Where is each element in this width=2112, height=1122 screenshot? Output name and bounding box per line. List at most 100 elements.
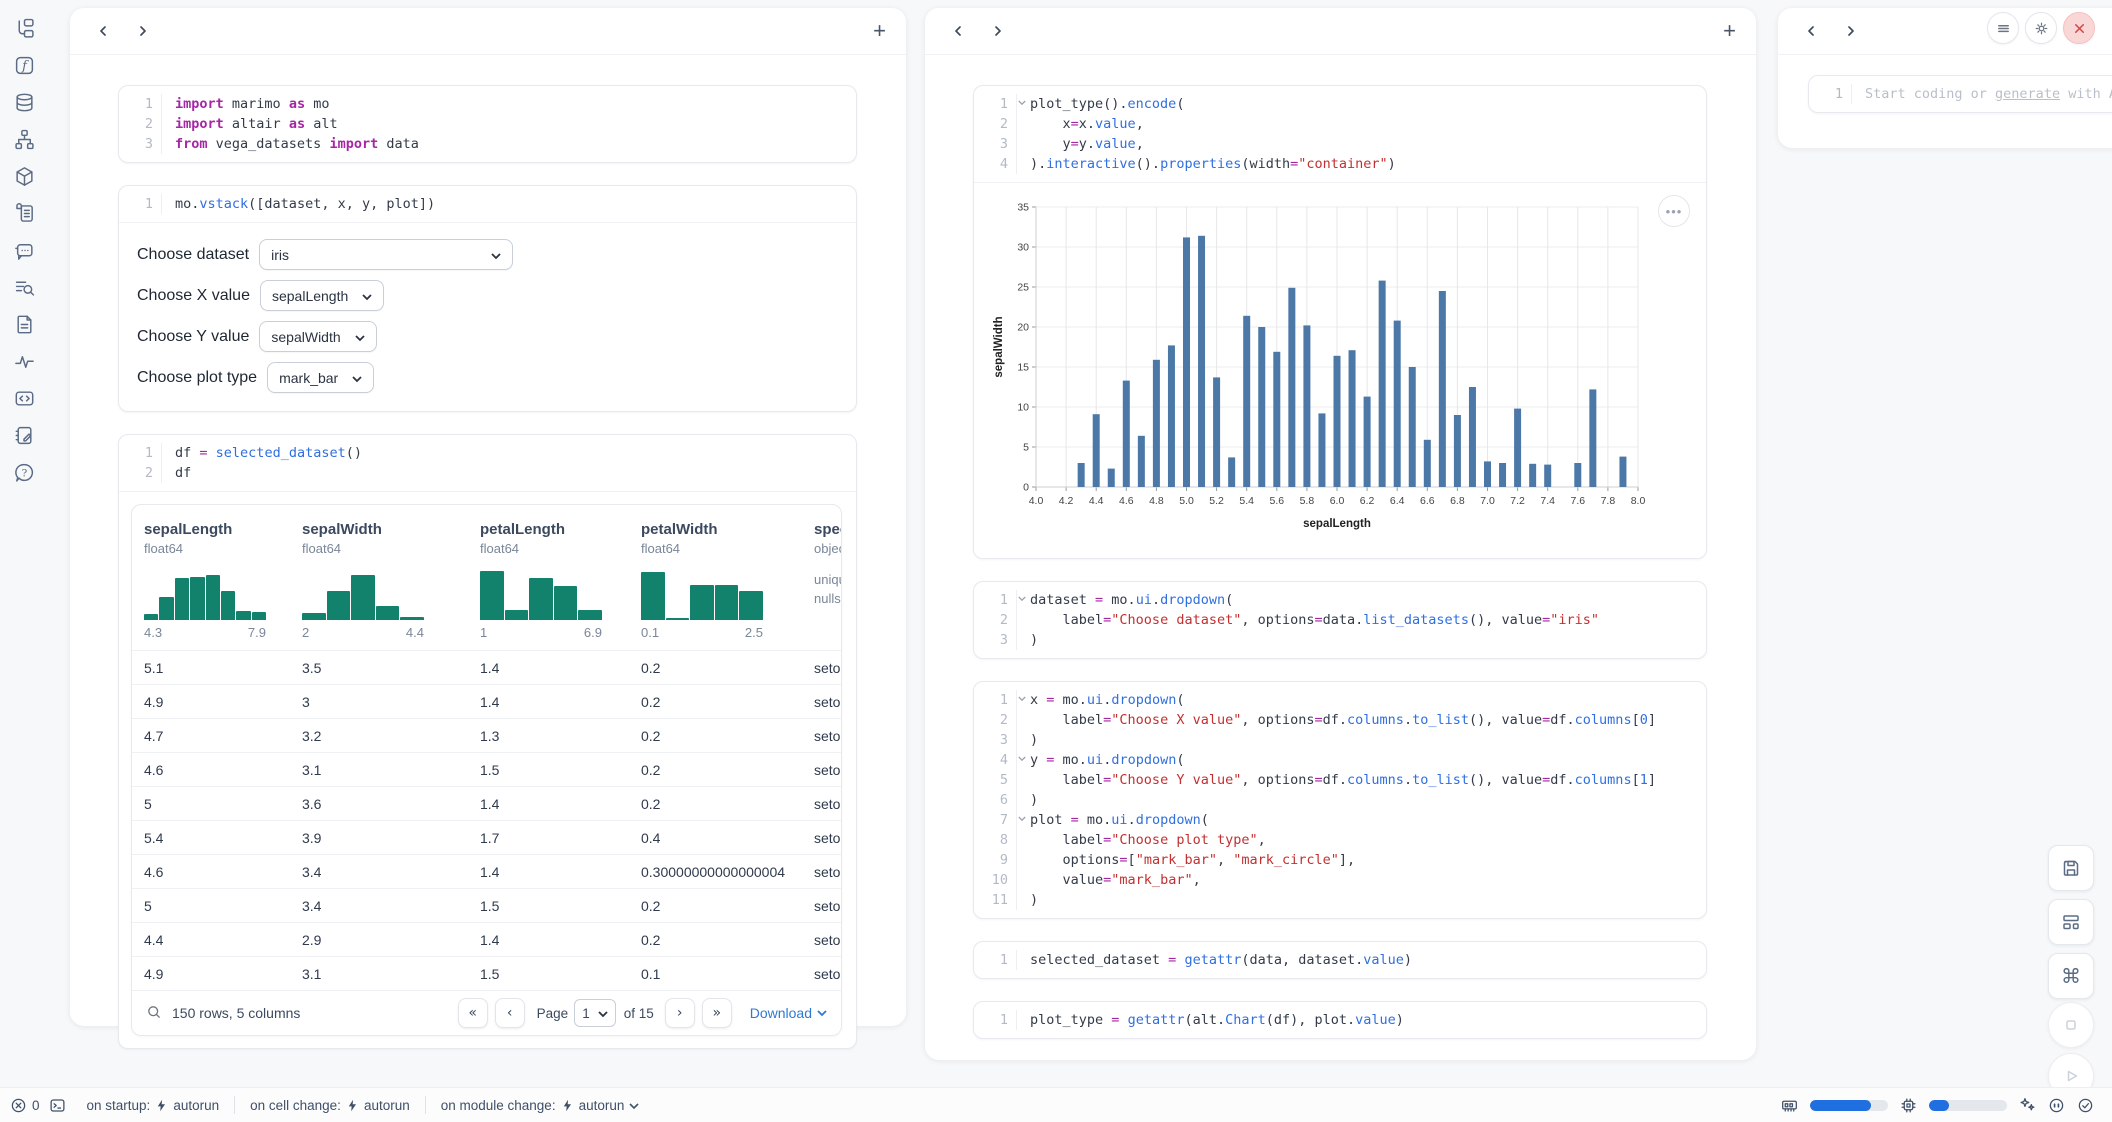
connection-status-icon[interactable] (2077, 1097, 2094, 1114)
chevron-right-icon[interactable] (130, 18, 156, 44)
file-tree-icon[interactable] (14, 18, 35, 39)
table-row[interactable]: 4.63.41.40.30000000000000004setosa (132, 854, 841, 888)
chevron-right-icon[interactable] (1838, 18, 1864, 44)
help-icon[interactable]: ? (14, 462, 35, 483)
dependency-graph-icon[interactable] (14, 129, 35, 150)
code-cell-xy-dropdowns[interactable]: 1x = mo.ui.dropdown(2 label="Choose X va… (973, 681, 1707, 919)
save-button[interactable] (2048, 845, 2094, 891)
on-startup-setting[interactable]: on startup: autorun (87, 1098, 220, 1113)
add-cell-button[interactable]: + (873, 20, 886, 42)
code-cell-dataframe[interactable]: 1df = selected_dataset()2df sepalLengthf… (118, 434, 857, 1049)
table-cell: 4.4 (132, 932, 290, 948)
chevron-right-icon[interactable] (985, 18, 1011, 44)
dropdown-select[interactable]: iris (259, 239, 513, 270)
column-header-species[interactable]: speciesobjectuniquenulls: (802, 521, 842, 640)
table-cell: setosa (802, 660, 842, 676)
table-cell: 1.4 (468, 796, 629, 812)
column-header-petalLength[interactable]: petalLengthfloat6416.9 (468, 521, 629, 640)
table-row[interactable]: 4.42.91.40.2setosa (132, 922, 841, 956)
table-row[interactable]: 53.41.50.2setosa (132, 888, 841, 922)
chevron-left-icon[interactable] (945, 18, 971, 44)
settings-gear-button[interactable] (2025, 12, 2057, 44)
dropdown-select[interactable]: sepalLength (260, 280, 384, 311)
table-row[interactable]: 4.73.21.30.2setosa (132, 718, 841, 752)
ai-sparkles-icon[interactable] (2019, 1097, 2036, 1114)
tracing-icon[interactable] (14, 351, 35, 372)
table-cell: 0.2 (629, 796, 802, 812)
code-cell-selected-dataset[interactable]: 1selected_dataset = getattr(data, datase… (973, 941, 1707, 979)
empty-code-cell[interactable]: 1 Start coding or generate with AI (1808, 75, 2112, 113)
column-histogram (144, 568, 266, 620)
on-module-change-setting[interactable]: on module change: autorun (441, 1098, 640, 1113)
download-button[interactable]: Download (750, 1005, 827, 1021)
table-row[interactable]: 5.13.51.40.2setosa (132, 650, 841, 684)
code-line: 3 y=y.value, (974, 134, 1706, 154)
svg-text:f: f (21, 59, 29, 74)
dataframe-table: sepalLengthfloat644.37.9sepalWidthfloat6… (131, 504, 842, 1036)
code-cell-plot-type[interactable]: 1plot_type = getattr(alt.Chart(df), plot… (973, 1001, 1707, 1039)
dropdown-select[interactable]: sepalWidth (259, 321, 376, 352)
dropdown-select[interactable]: mark_bar (267, 362, 374, 393)
on-cell-change-setting[interactable]: on cell change: autorun (250, 1098, 410, 1113)
datasources-icon[interactable] (14, 92, 35, 113)
chevron-left-icon[interactable] (90, 18, 116, 44)
column-header-petalWidth[interactable]: petalWidthfloat640.12.5 (629, 521, 802, 640)
chevron-left-icon[interactable] (1798, 18, 1824, 44)
terminal-button[interactable] (49, 1097, 66, 1114)
column-header-sepalWidth[interactable]: sepalWidthfloat6424.4 (290, 521, 468, 640)
table-row[interactable]: 4.93.11.50.1setosa (132, 956, 841, 990)
last-page-button[interactable]: » (702, 998, 732, 1028)
functions-icon[interactable]: f (14, 55, 35, 76)
table-cell: 3.4 (290, 864, 468, 880)
control-label: Choose Y value (137, 328, 249, 346)
search-icon[interactable] (146, 1004, 162, 1023)
prev-page-button[interactable]: ‹ (495, 998, 525, 1028)
copilot-icon[interactable] (2048, 1097, 2065, 1114)
svg-text:10: 10 (1017, 402, 1029, 414)
documentation-icon[interactable] (14, 314, 35, 335)
first-page-button[interactable]: « (458, 998, 488, 1028)
table-cell: 1.7 (468, 830, 629, 846)
packages-icon[interactable] (14, 166, 35, 187)
table-row[interactable]: 4.63.11.50.2setosa (132, 752, 841, 786)
svg-text:30: 30 (1017, 242, 1029, 254)
table-cell: 0.2 (629, 660, 802, 676)
code-cell-dataset-dropdown[interactable]: 1dataset = mo.ui.dropdown(2 label="Choos… (973, 581, 1707, 659)
outline-search-icon[interactable] (14, 277, 35, 298)
ram-usage-meter[interactable] (1810, 1100, 1888, 1111)
logs-icon[interactable] (14, 203, 35, 224)
svg-text:6.4: 6.4 (1390, 495, 1405, 507)
layout-button[interactable] (2048, 899, 2094, 945)
stop-button[interactable] (2048, 1002, 2094, 1048)
table-cell: setosa (802, 762, 842, 778)
cpu-usage-meter[interactable] (1929, 1100, 2007, 1111)
lightning-bolt-icon (561, 1099, 574, 1112)
table-row[interactable]: 4.931.40.2setosa (132, 684, 841, 718)
table-cell: 3 (290, 694, 468, 710)
generate-with-ai-link[interactable]: generate (1995, 86, 2060, 102)
add-cell-button[interactable]: + (1723, 20, 1736, 42)
code-cell-imports[interactable]: 1import marimo as mo2import altair as al… (118, 85, 857, 163)
page-select[interactable]: 1 (574, 999, 616, 1027)
code-cell-plot[interactable]: 1plot_type().encode(2 x=x.value,3 y=y.va… (973, 85, 1707, 559)
chevron-down-icon (362, 288, 372, 304)
chart-actions-button[interactable]: ••• (1658, 195, 1690, 227)
bar-chart[interactable]: 4.04.24.44.64.85.05.25.45.65.86.06.26.46… (990, 197, 1706, 540)
errors-indicator[interactable]: 0 (10, 1097, 40, 1114)
ai-chat-icon[interactable] (14, 240, 35, 261)
menu-button[interactable] (1987, 12, 2019, 44)
next-page-button[interactable]: › (665, 998, 695, 1028)
table-row[interactable]: 53.61.40.2setosa (132, 786, 841, 820)
column-header-sepalLength[interactable]: sepalLengthfloat644.37.9 (132, 521, 290, 640)
code-cell-vstack[interactable]: 1mo.vstack([dataset, x, y, plot]) Choose… (118, 185, 857, 412)
keyboard-shortcuts-button[interactable]: ⌘ (2048, 953, 2094, 999)
scratchpad-icon[interactable] (14, 425, 35, 446)
close-button[interactable] (2063, 12, 2095, 44)
table-cell: 2.9 (290, 932, 468, 948)
code-line: 1plot_type = getattr(alt.Chart(df), plot… (974, 1010, 1706, 1030)
code-line: 2 x=x.value, (974, 114, 1706, 134)
table-row[interactable]: 5.43.91.70.4setosa (132, 820, 841, 854)
svg-text:25: 25 (1017, 282, 1029, 294)
snippets-icon[interactable] (14, 388, 35, 409)
svg-text:5.8: 5.8 (1300, 495, 1315, 507)
